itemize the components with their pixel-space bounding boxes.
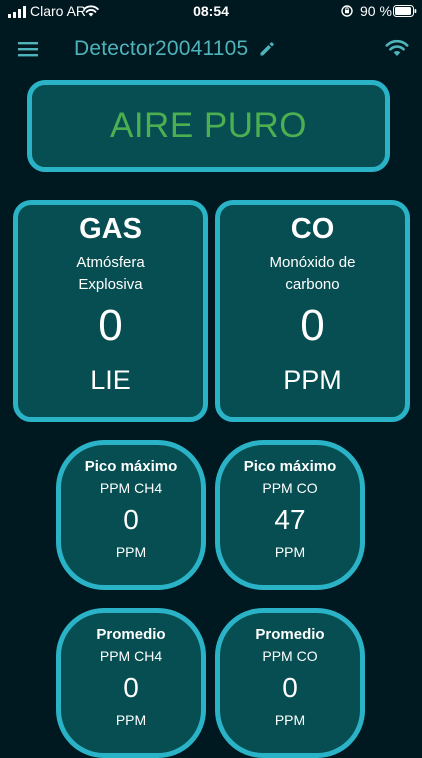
- sensor-subtitle-line: Monóxido de: [269, 254, 356, 271]
- sensor-value: 0: [300, 301, 325, 350]
- wifi-icon[interactable]: [385, 39, 409, 57]
- battery-icon: [393, 5, 417, 17]
- stat-title: Pico máximo: [243, 458, 337, 475]
- average-co-card: Promedio PPM CO 0 PPM: [215, 608, 365, 758]
- stat-value: 0: [123, 504, 139, 535]
- stat-value: 47: [274, 504, 306, 535]
- stat-title: Promedio: [255, 626, 325, 643]
- stat-unit: PPM: [115, 544, 147, 560]
- sensor-title: GAS: [79, 213, 142, 245]
- sensor-subtitle-line: Explosiva: [78, 276, 143, 293]
- stat-title: Pico máximo: [84, 458, 178, 475]
- menu-icon[interactable]: [18, 40, 40, 58]
- sensor-unit: PPM: [283, 365, 342, 395]
- stat-unit: PPM: [274, 712, 306, 728]
- stat-subtitle: PPM CO: [262, 648, 318, 664]
- air-status-label: AIRE PURO: [109, 106, 308, 145]
- stat-subtitle: PPM CH4: [99, 648, 163, 664]
- device-title: Detector20041105: [74, 37, 249, 60]
- stat-unit: PPM: [115, 712, 147, 728]
- stat-subtitle: PPM CH4: [99, 480, 163, 496]
- stat-unit: PPM: [274, 544, 306, 560]
- sensor-subtitle: Atmósfera Explosiva: [18, 252, 203, 296]
- sensor-subtitle-line: Atmósfera: [76, 254, 145, 271]
- edit-icon[interactable]: [259, 41, 275, 57]
- co-sensor-card: CO Monóxido de carbono 0 PPM: [215, 200, 410, 422]
- air-status-panel: AIRE PURO: [27, 80, 390, 172]
- rotation-lock-icon: [341, 5, 353, 17]
- stat-title: Promedio: [96, 626, 166, 643]
- average-ch4-card: Promedio PPM CH4 0 PPM: [56, 608, 206, 758]
- sensor-title: CO: [290, 213, 335, 245]
- stat-value: 0: [282, 672, 298, 703]
- sensor-value: 0: [98, 301, 123, 350]
- peak-co-card: Pico máximo PPM CO 47 PPM: [215, 440, 365, 590]
- status-bar: Claro AR 08:54 90 %: [0, 0, 422, 24]
- status-time: 08:54: [193, 3, 229, 19]
- sensor-subtitle: Monóxido de carbono: [220, 252, 405, 296]
- stat-value: 0: [123, 672, 139, 703]
- stat-subtitle: PPM CO: [262, 480, 318, 496]
- gas-sensor-card: GAS Atmósfera Explosiva 0 LIE: [13, 200, 208, 422]
- battery-percentage: 90 %: [360, 3, 392, 19]
- sensor-subtitle-line: carbono: [285, 276, 340, 293]
- sensor-unit: LIE: [90, 365, 131, 395]
- peak-ch4-card: Pico máximo PPM CH4 0 PPM: [56, 440, 206, 590]
